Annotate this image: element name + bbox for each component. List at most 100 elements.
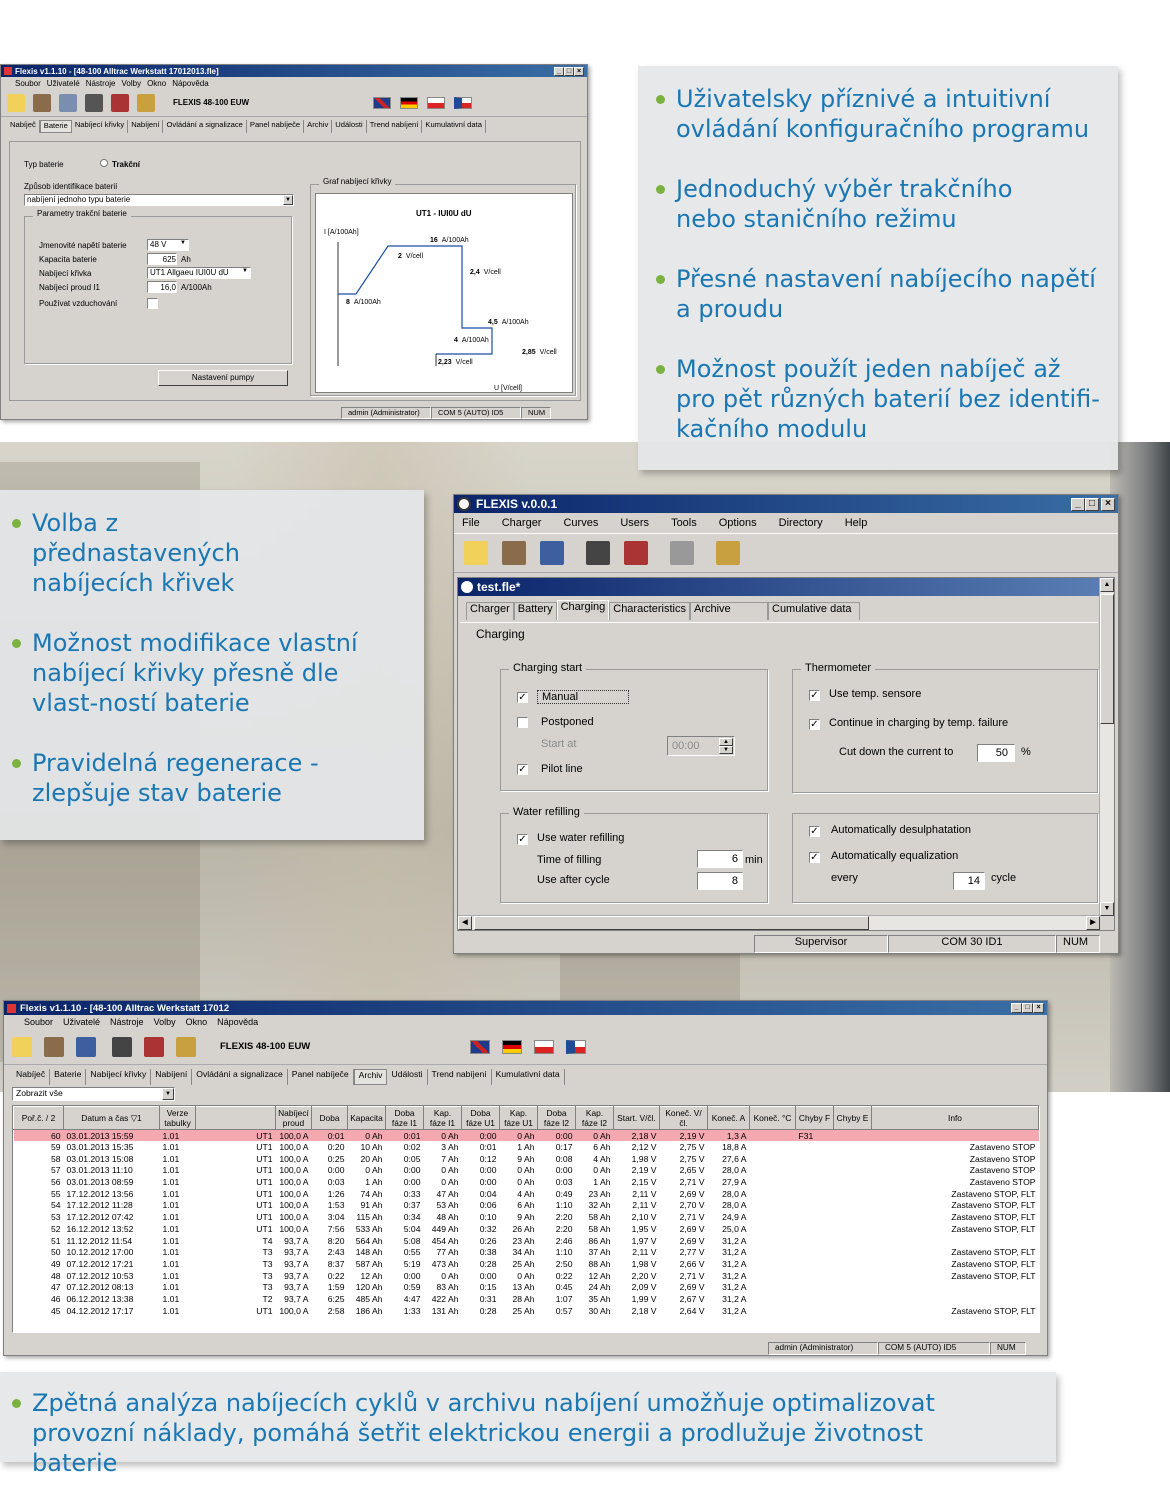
chevron-down-icon[interactable]: ▼: [180, 240, 186, 246]
save-icon[interactable]: [540, 541, 564, 565]
column-header[interactable]: Kapacita: [347, 1106, 386, 1130]
tab-battery[interactable]: Battery: [513, 602, 557, 620]
equalization-checkbox[interactable]: ✓: [809, 852, 820, 863]
tab-archive[interactable]: Archive: [690, 602, 768, 620]
table-row[interactable]: 47 07.12.2012 08:13 1.01 T3 93,7 A 1:59 120 Ah…: [14, 1281, 1039, 1293]
tab-udalosti[interactable]: Události: [387, 1069, 428, 1085]
menu-directory[interactable]: Directory: [779, 517, 823, 529]
maximize-button[interactable]: □: [564, 66, 574, 76]
column-header[interactable]: Doba fáze U1: [461, 1106, 500, 1130]
close-button[interactable]: ×: [1101, 497, 1115, 511]
use-water-refilling-checkbox[interactable]: ✓: [517, 834, 528, 845]
pilot-line-checkbox[interactable]: ✓: [517, 764, 528, 775]
vertical-scrollbar[interactable]: ▲ ▼: [1099, 578, 1114, 916]
capacity-input[interactable]: [147, 253, 177, 265]
use-temp-sensor-checkbox[interactable]: ✓: [809, 690, 820, 701]
manual-checkbox[interactable]: ✓: [517, 692, 528, 703]
menu-file[interactable]: File: [462, 517, 480, 529]
user-key-icon[interactable]: [716, 541, 740, 565]
menu-uzivatele[interactable]: Uživatelé: [63, 1017, 100, 1027]
minimize-button[interactable]: _: [1011, 1003, 1022, 1013]
new-file-icon[interactable]: [464, 541, 488, 565]
column-header[interactable]: Koneč. A: [707, 1106, 750, 1130]
column-header[interactable]: Chyby F: [795, 1106, 834, 1130]
tab-archiv[interactable]: Archiv: [304, 120, 333, 133]
curve-select[interactable]: UT1 Allgaeu IUI0U dU ▼: [147, 267, 251, 279]
upload-icon[interactable]: [111, 93, 129, 112]
menu-nastroje[interactable]: Nástroje: [110, 1017, 144, 1027]
desulphatation-checkbox[interactable]: ✓: [809, 826, 820, 837]
tab-characteristics[interactable]: Characteristics: [609, 602, 690, 620]
current-input[interactable]: [147, 281, 177, 293]
table-row[interactable]: 53 17.12.2012 07:42 1.01 UT1 100,0 A 3:04 115 …: [14, 1211, 1039, 1223]
continue-charging-checkbox[interactable]: ✓: [809, 719, 820, 730]
maximize-button[interactable]: □: [1022, 1003, 1033, 1013]
tab-kumulativni[interactable]: Kumulativní data: [492, 1069, 565, 1085]
menu-tools[interactable]: Tools: [671, 517, 697, 529]
new-file-icon[interactable]: [7, 93, 25, 112]
maximize-button[interactable]: □: [1085, 497, 1099, 511]
column-header[interactable]: Chyby E: [833, 1106, 872, 1130]
tab-nabijec[interactable]: Nabíječ: [12, 1069, 51, 1085]
save-icon[interactable]: [59, 93, 77, 112]
table-row[interactable]: 55 17.12.2012 13:56 1.01 UT1 100,0 A 1:26 74 A…: [14, 1188, 1039, 1200]
tab-panel[interactable]: Panel nabíječe: [247, 120, 305, 133]
flag-uk-icon[interactable]: [470, 1039, 490, 1054]
tab-baterie[interactable]: Baterie: [39, 120, 72, 133]
tab-udalosti[interactable]: Události: [332, 120, 367, 133]
tab-baterie[interactable]: Baterie: [50, 1069, 87, 1085]
print-icon[interactable]: [670, 541, 694, 565]
table-row[interactable]: 51 11.12.2012 11:54 1.01 T4 93,7 A 8:20 564 Ah…: [14, 1235, 1039, 1247]
start-time-spinner[interactable]: 00:00 ▲ ▼: [667, 736, 735, 756]
column-header[interactable]: Doba fáze I2: [537, 1106, 576, 1130]
flag-pl-icon[interactable]: [427, 96, 445, 109]
chevron-down-icon[interactable]: ▼: [283, 195, 293, 205]
menu-okno[interactable]: Okno: [186, 1017, 208, 1027]
column-header[interactable]: Doba: [311, 1106, 348, 1130]
menu-volby[interactable]: Volby: [154, 1017, 176, 1027]
tab-archiv[interactable]: Archiv: [353, 1069, 388, 1085]
chevron-down-icon[interactable]: ▼: [242, 268, 248, 274]
menu-options[interactable]: Options: [719, 517, 757, 529]
close-button[interactable]: ×: [574, 66, 584, 76]
new-file-icon[interactable]: [12, 1036, 32, 1057]
menu-soubor[interactable]: Soubor: [24, 1017, 53, 1027]
ident-select[interactable]: nabíjení jednoho typu baterie ▼: [24, 194, 294, 206]
column-header[interactable]: [195, 1106, 276, 1130]
tab-ovladani[interactable]: Ovládání a signalizace: [163, 120, 247, 133]
scroll-down-icon[interactable]: ▼: [1100, 902, 1114, 916]
use-after-cycle-input[interactable]: [697, 872, 743, 890]
table-row[interactable]: 54 17.12.2012 11:28 1.01 UT1 100,0 A 1:53 91 A…: [14, 1200, 1039, 1212]
column-header[interactable]: Kap. fáze I2: [575, 1106, 614, 1130]
minimize-button[interactable]: _: [554, 66, 564, 76]
column-header[interactable]: Start. V/čl.: [613, 1106, 660, 1130]
column-header[interactable]: Info: [871, 1106, 1039, 1130]
chevron-down-icon[interactable]: ▼: [162, 1088, 174, 1100]
tab-cumulative-data[interactable]: Cumulative data: [768, 602, 860, 620]
tab-ovladani[interactable]: Ovládání a signalizace: [192, 1069, 288, 1085]
column-header[interactable]: Verze tabulky: [159, 1106, 196, 1130]
open-file-icon[interactable]: [33, 93, 51, 112]
scroll-thumb[interactable]: [1100, 594, 1114, 724]
download-icon[interactable]: [85, 93, 103, 112]
menu-napoveda[interactable]: Nápověda: [217, 1017, 258, 1027]
cut-current-input[interactable]: [977, 744, 1015, 762]
upload-icon[interactable]: [624, 541, 648, 565]
tab-charging[interactable]: Charging: [556, 600, 610, 620]
filter-select[interactable]: Zobrazit vše ▼: [12, 1087, 175, 1101]
flag-uk-icon[interactable]: [373, 96, 391, 109]
user-key-icon[interactable]: [137, 93, 155, 112]
table-row[interactable]: 50 10.12.2012 17:00 1.01 T3 93,7 A 2:43 148 Ah…: [14, 1246, 1039, 1258]
table-row[interactable]: 59 03.01.2013 15:35 1.01 UT1 100,0 A 0:20 10 A…: [14, 1141, 1039, 1153]
tab-nabijeci-krivky[interactable]: Nabíjecí křivky: [86, 1069, 152, 1085]
battery-type-radio[interactable]: [100, 159, 108, 167]
tab-nabijeci-krivky[interactable]: Nabíjecí křivky: [72, 120, 129, 133]
tab-kumulativni[interactable]: Kumulativní data: [422, 120, 486, 133]
table-row[interactable]: 60 03.01.2013 15:59 1.01 UT1 100,0 A 0:01 0 Ah…: [13, 1129, 1039, 1142]
table-row[interactable]: 48 07.12.2012 10:53 1.01 T3 93,7 A 0:22 12 Ah 0…: [14, 1270, 1039, 1282]
menu-curves[interactable]: Curves: [563, 517, 598, 529]
tab-panel[interactable]: Panel nabíječe: [288, 1069, 354, 1085]
open-file-icon[interactable]: [502, 541, 526, 565]
table-row[interactable]: 52 16.12.2012 13:52 1.01 UT1 100,0 A 7:56 533 …: [14, 1223, 1039, 1235]
flag-cz-icon[interactable]: [454, 96, 472, 109]
